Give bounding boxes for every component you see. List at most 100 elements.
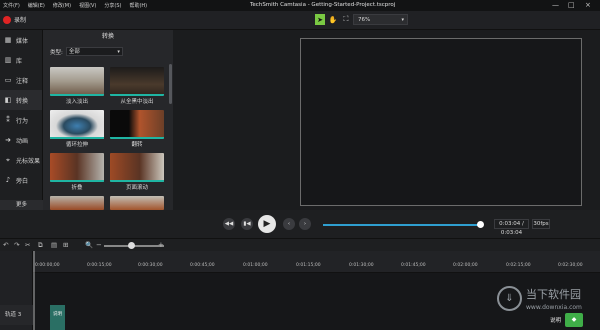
thumb-accent xyxy=(110,94,164,96)
time-tick: 0:02:00;00 xyxy=(453,263,478,268)
nav-item-annotation[interactable]: ▭ 注释 xyxy=(0,70,42,90)
thumb-accent xyxy=(110,180,164,182)
menu-file[interactable]: 文件(F) xyxy=(3,2,20,9)
time-tick: 0:00:15;00 xyxy=(87,263,112,268)
animation-icon: ➜ xyxy=(5,136,11,144)
nav-item-media[interactable]: ▦ 媒体 xyxy=(0,30,42,50)
more-button[interactable]: 更多 xyxy=(0,200,43,210)
minimize-button[interactable]: — xyxy=(552,1,559,9)
preview-canvas[interactable] xyxy=(300,38,582,206)
hand-tool-icon[interactable]: ✋ xyxy=(328,14,338,25)
nav-item-voice[interactable]: ♪ 旁白 xyxy=(0,170,42,190)
library-icon: ▥ xyxy=(4,56,12,64)
transition-thumb[interactable] xyxy=(110,196,164,210)
scrub-track[interactable] xyxy=(323,224,483,226)
transition-thumb-fade-black[interactable] xyxy=(110,67,164,96)
thumb-accent xyxy=(110,137,164,139)
transition-thumb-page-roll[interactable] xyxy=(110,153,164,182)
left-nav: ▦ 媒体 ▥ 库 ▭ 注释 ◧ 转换 ⁑ 行为 ➜ 动画 ⌖ 光标效果 ♪ 旁白 更多 xyxy=(0,30,43,210)
nav-label: 动画 xyxy=(16,137,29,145)
green-expand-icon[interactable]: ◆ xyxy=(565,313,583,327)
watermark-text: 当下软件园 www.downxia.com xyxy=(526,286,582,311)
close-button[interactable]: × xyxy=(585,1,591,9)
nav-label: 库 xyxy=(16,57,23,65)
transition-thumb-loop[interactable] xyxy=(50,110,104,139)
title-bar: 文件(F) 编辑(E) 修改(M) 视图(V) 分享(S) 帮助(H) Tech… xyxy=(0,0,600,11)
watermark: ⇓ 当下软件园 www.downxia.com xyxy=(497,278,592,318)
next-marker-icon[interactable]: › xyxy=(299,218,311,230)
zoom-dropdown[interactable]: 76% ▾ xyxy=(353,14,408,25)
watermark-logo-icon: ⇓ xyxy=(497,285,522,311)
prev-marker-icon[interactable]: ‹ xyxy=(283,218,295,230)
menu-bar: 文件(F) 编辑(E) 修改(M) 视图(V) 分享(S) 帮助(H) xyxy=(0,2,147,9)
time-tick: 0:02:15;00 xyxy=(506,263,531,268)
redo-icon[interactable]: ↷ xyxy=(14,241,19,249)
nav-label: 旁白 xyxy=(16,177,29,185)
time-tick: 0:01:30;00 xyxy=(349,263,374,268)
filter-dropdown[interactable]: 全部 ▾ xyxy=(65,47,123,56)
menu-view[interactable]: 视图(V) xyxy=(79,2,96,9)
fps-display: 30fps xyxy=(532,219,550,229)
transition-icon: ◧ xyxy=(4,96,12,104)
timeline-clip[interactable]: 说明 xyxy=(50,305,65,330)
track-label: 轨道 3 xyxy=(5,312,22,318)
toolbar: 录制 ➤ ✋ ⛶ 76% ▾ xyxy=(0,11,600,30)
time-display: 0:03:04 / 0:03:04 xyxy=(494,219,529,236)
thumb-label: 折叠 xyxy=(71,185,83,191)
nav-item-animation[interactable]: ➜ 动画 xyxy=(0,130,42,150)
undo-icon[interactable]: ↶ xyxy=(3,241,8,249)
nav-item-transition[interactable]: ◧ 转换 xyxy=(0,90,42,110)
record-label: 录制 xyxy=(14,17,27,24)
prev-frame-icon[interactable]: ▮◀ xyxy=(241,218,253,230)
time-tick: 0:01:45;00 xyxy=(401,263,426,268)
record-button[interactable]: 录制 xyxy=(3,15,26,24)
playhead[interactable] xyxy=(33,251,35,330)
canvas-tools: ➤ ✋ ⛶ xyxy=(315,14,351,25)
scrub-knob[interactable] xyxy=(476,221,484,228)
step-back-icon[interactable]: ◀◀ xyxy=(223,218,235,230)
chevron-down-icon: ▾ xyxy=(117,49,120,55)
transition-thumb-fade[interactable] xyxy=(50,67,104,96)
play-button[interactable]: ▶ xyxy=(258,215,276,233)
transitions-panel: 转换 类型: 全部 ▾ 淡入淡出 从全黑中淡出 循环拉伸 翻转 折叠 页面滚动 xyxy=(43,30,173,210)
thumb-label: 循环拉伸 xyxy=(65,142,88,148)
nav-item-library[interactable]: ▥ 库 xyxy=(0,50,42,70)
nav-item-behavior[interactable]: ⁑ 行为 xyxy=(0,110,42,130)
menu-help[interactable]: 帮助(H) xyxy=(129,2,147,9)
transition-thumb-flip[interactable] xyxy=(110,110,164,139)
zoom-icon[interactable]: 🔍 xyxy=(85,241,93,249)
nav-item-cursor-effect[interactable]: ⌖ 光标效果 xyxy=(0,150,42,170)
timeline-toolbar: ↶ ↷ ✂ ⧉ ▤ ⊞ 🔍 − + xyxy=(0,238,600,251)
pointer-tool-icon[interactable]: ➤ xyxy=(315,14,325,25)
record-icon xyxy=(3,15,11,24)
zoom-in-icon[interactable]: + xyxy=(158,241,164,249)
thumb-label: 页面滚动 xyxy=(125,185,148,191)
paste-icon[interactable]: ▤ xyxy=(51,241,57,249)
maximize-button[interactable]: □ xyxy=(568,1,575,9)
menu-modify[interactable]: 修改(M) xyxy=(53,2,71,9)
time-tick: 0:00:45;00 xyxy=(190,263,215,268)
transition-thumb[interactable] xyxy=(50,196,104,210)
crop-tool-icon[interactable]: ⛶ xyxy=(341,14,351,25)
thumb-accent xyxy=(50,137,104,139)
time-ruler[interactable]: 0:00:00;00 0:00:15;00 0:00:30;00 0:00:45… xyxy=(0,251,600,273)
cursor-effect-icon: ⌖ xyxy=(6,155,10,164)
menu-share[interactable]: 分享(S) xyxy=(104,2,121,9)
microphone-icon: ♪ xyxy=(5,176,11,184)
zoom-out-icon[interactable]: − xyxy=(96,241,102,249)
zoom-value: 76% xyxy=(358,17,371,23)
zoom-knob[interactable] xyxy=(128,242,135,249)
panel-scrollbar[interactable] xyxy=(169,64,172,104)
chevron-down-icon: ▾ xyxy=(401,17,404,23)
media-icon: ▦ xyxy=(4,36,12,44)
watermark-title: 当下软件园 xyxy=(526,287,581,301)
copy-icon[interactable]: ⧉ xyxy=(38,241,43,250)
transition-thumb-fold[interactable] xyxy=(50,153,104,182)
filter-label: 类型: xyxy=(50,49,63,56)
split-icon[interactable]: ⊞ xyxy=(63,241,68,249)
app-title: TechSmith Camtasia - Getting-Started-Pro… xyxy=(250,2,396,8)
menu-edit[interactable]: 编辑(E) xyxy=(28,2,45,9)
track-3-header[interactable]: 轨道 3 xyxy=(0,305,33,325)
cut-icon[interactable]: ✂ xyxy=(25,241,30,249)
thumb-label: 淡入淡出 xyxy=(65,99,88,105)
